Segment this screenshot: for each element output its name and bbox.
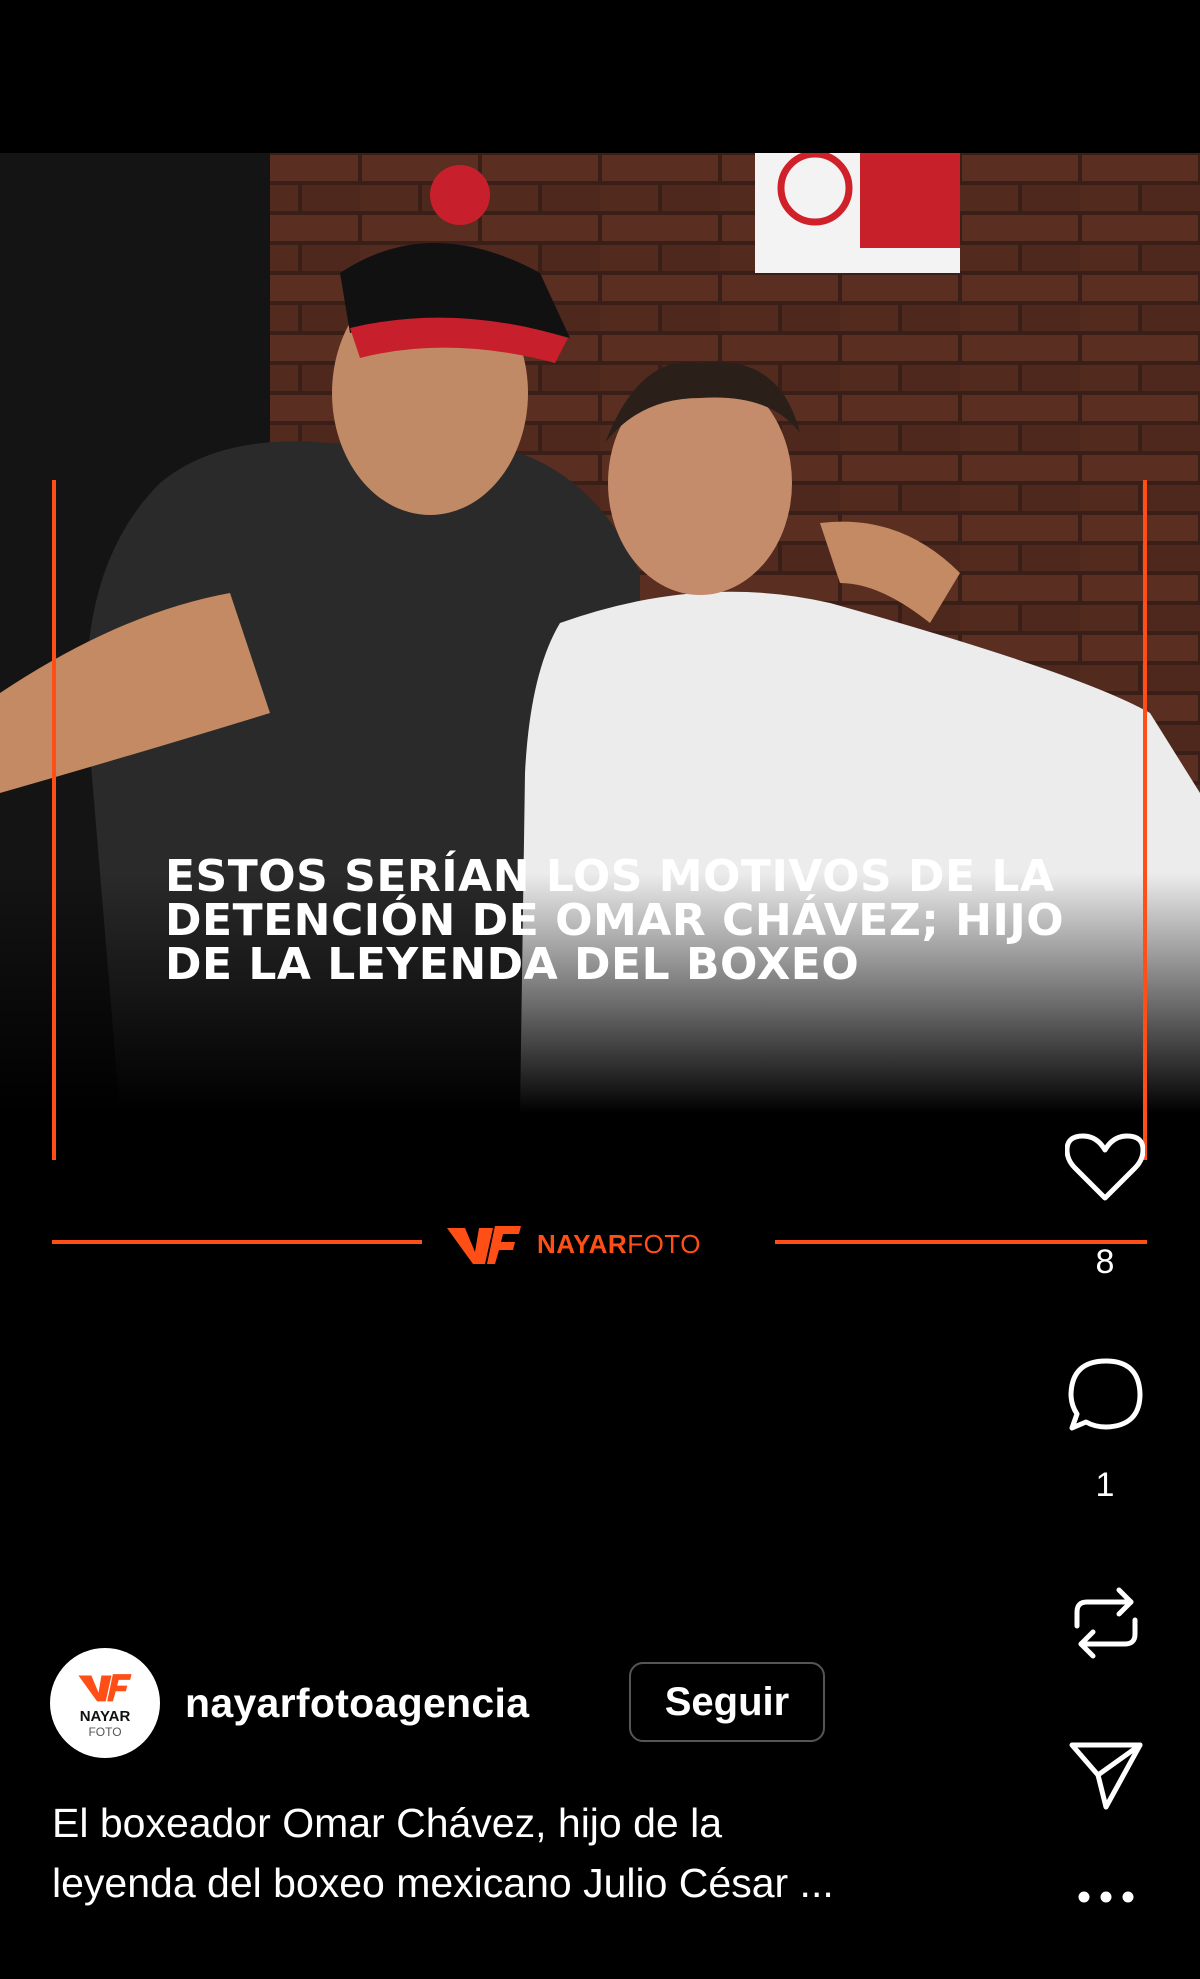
brand-text-bold: NAYAR bbox=[537, 1228, 628, 1259]
status-bar-area bbox=[0, 0, 1200, 153]
like-count: 8 bbox=[1095, 1243, 1115, 1281]
more-icon bbox=[1078, 1891, 1134, 1903]
post-headline: ESTOS SERÍAN LOS MOTIVOS DE LA DETENCIÓN… bbox=[165, 855, 1105, 987]
comment-button[interactable] bbox=[1066, 1355, 1146, 1435]
frame-line-left bbox=[52, 480, 56, 1160]
send-icon bbox=[1069, 1742, 1143, 1810]
avatar-subtext: FOTO bbox=[88, 1724, 122, 1739]
brand-text: NAYARFOTO bbox=[537, 1229, 701, 1260]
headline-line-1: ESTOS SERÍAN LOS MOTIVOS DE LA bbox=[165, 851, 1055, 902]
avatar[interactable]: NAYAR FOTO bbox=[50, 1648, 160, 1758]
brand-text-light: FOTO bbox=[627, 1228, 701, 1259]
nayar-logo-icon bbox=[447, 1226, 521, 1264]
repost-button[interactable] bbox=[1066, 1578, 1146, 1668]
like-button[interactable] bbox=[1064, 1130, 1146, 1206]
username-link[interactable]: nayarfotoagencia bbox=[185, 1680, 529, 1727]
comment-icon bbox=[1068, 1358, 1143, 1431]
caption-line-1: El boxeador Omar Chávez, hijo de la bbox=[52, 1800, 723, 1846]
avatar-text: NAYAR bbox=[79, 1707, 131, 1725]
headline-line-3: DE LA LEYENDA DEL BOXEO bbox=[165, 939, 860, 990]
follow-button[interactable]: Seguir bbox=[629, 1662, 825, 1742]
nayar-logo-icon bbox=[78, 1673, 132, 1701]
frame-line-bottom-left bbox=[52, 1240, 422, 1244]
comment-count: 1 bbox=[1095, 1466, 1115, 1504]
frame-line-right bbox=[1143, 480, 1147, 1160]
caption-line-2: leyenda del boxeo mexicano Julio César .… bbox=[52, 1860, 834, 1906]
more-options-button[interactable] bbox=[1070, 1877, 1142, 1917]
heart-icon bbox=[1065, 1133, 1145, 1201]
headline-line-2: DETENCIÓN DE OMAR CHÁVEZ; HIJO bbox=[165, 895, 1065, 946]
share-button[interactable] bbox=[1066, 1735, 1146, 1815]
post-caption[interactable]: El boxeador Omar Chávez, hijo de la leye… bbox=[52, 1793, 1012, 1913]
brand-watermark: NAYARFOTO bbox=[445, 1222, 701, 1266]
repost-icon bbox=[1074, 1587, 1138, 1659]
